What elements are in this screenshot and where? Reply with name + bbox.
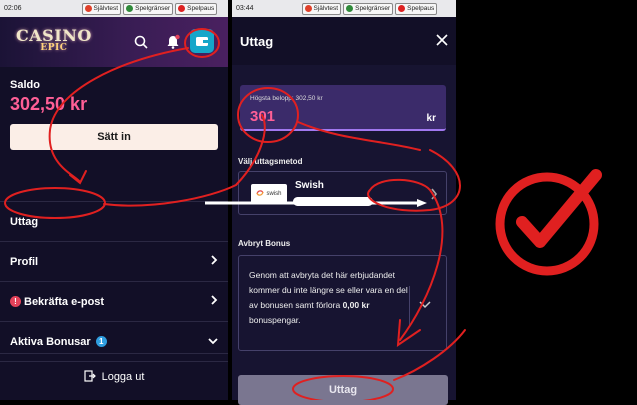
menu-item-withdraw[interactable]: Uttag (0, 202, 228, 242)
cancel-bonus-text: Genom att avbryta det här erbjudandet ko… (249, 270, 408, 325)
redacted-number (293, 197, 373, 206)
amount-input[interactable]: Högsta belopp: 302,50 kr 301 kr (240, 85, 446, 131)
limits-pill[interactable]: Spelgränser (123, 2, 174, 15)
swish-icon (256, 189, 265, 199)
annotation-area (456, 0, 637, 400)
clock: 03:44 (236, 5, 254, 12)
currency-label: kr (426, 113, 436, 124)
chevron-right-icon (430, 187, 438, 205)
withdraw-button[interactable]: Uttag (238, 375, 448, 405)
method-name: Swish (295, 180, 324, 191)
pause-icon (178, 5, 186, 12)
chevron-down-icon (208, 336, 218, 348)
clock: 02:06 (4, 5, 22, 12)
chevron-right-icon (210, 295, 218, 308)
payment-method-swish[interactable]: swish Swish (238, 171, 447, 215)
speedometer-icon (84, 5, 92, 12)
cancel-bonus-dropdown[interactable]: Genom att avbryta det här erbjudandet ko… (238, 255, 447, 351)
balance-label: Saldo (10, 79, 40, 91)
count-badge: 1 (95, 336, 107, 347)
close-icon[interactable] (436, 33, 448, 49)
balance-value: 302,50 kr (10, 94, 88, 114)
bonus-amount: 0,00 kr (342, 300, 370, 310)
chevron-right-icon (210, 255, 218, 268)
status-bar-right: 03:44 Självtest Spelgränser Spelpaus (232, 0, 456, 17)
account-menu-panel: CASINO EPIC Saldo 302,50 kr Sätt in Utta… (0, 17, 228, 400)
menu-item-verify-email[interactable]: ! Bekräfta e-post (0, 282, 228, 322)
max-amount-caption: Högsta belopp: 302,50 kr (250, 95, 323, 102)
page-title: Uttag (240, 33, 274, 49)
pause-pill[interactable]: Spelpaus (395, 2, 438, 15)
menu-item-profile[interactable]: Profil (0, 242, 228, 282)
withdraw-form: Högsta belopp: 302,50 kr 301 kr Välj utt… (232, 65, 456, 405)
withdraw-panel: Uttag Högsta belopp: 302,50 kr 301 kr Vä… (232, 17, 456, 405)
logout-icon (83, 369, 96, 385)
logout-label: Logga ut (101, 371, 145, 383)
pause-pill[interactable]: Spelpaus (175, 2, 218, 15)
gauge-icon (346, 5, 354, 12)
self-test-pill[interactable]: Självtest (301, 2, 342, 15)
cancel-bonus-label: Avbryt Bonus (238, 239, 291, 248)
withdraw-header: Uttag (232, 17, 456, 65)
search-icon[interactable] (130, 31, 152, 53)
menu-item-label: Bekräfta e-post (24, 295, 105, 308)
menu-item-label: Profil (10, 255, 39, 268)
limits-pill[interactable]: Spelgränser (343, 2, 394, 15)
balance-section: Saldo 302,50 kr Sätt in (0, 67, 228, 202)
menu-item-label: Uttag (10, 215, 39, 228)
pause-icon (398, 5, 406, 12)
gauge-icon (126, 5, 134, 12)
self-test-pill[interactable]: Självtest (81, 2, 122, 15)
logout-button[interactable]: Logga ut (0, 353, 228, 400)
menu-item-label: Aktiva Bonusar (10, 335, 91, 348)
method-section-label: Välj uttagsmetod (238, 157, 303, 166)
wallet-icon[interactable] (190, 29, 214, 53)
speedometer-icon (304, 5, 312, 12)
divider (409, 286, 410, 326)
deposit-button[interactable]: Sätt in (10, 124, 218, 150)
status-bar-left: 02:06 Självtest Spelgränser Spelpaus (0, 0, 228, 17)
casino-epic-logo[interactable]: CASINO EPIC (16, 28, 92, 55)
bell-icon[interactable] (162, 31, 184, 53)
alert-badge: ! (10, 296, 21, 307)
app-header: CASINO EPIC (0, 17, 228, 67)
chevron-down-icon[interactable] (419, 296, 431, 314)
swish-logo: swish (251, 184, 287, 204)
amount-value: 301 (250, 108, 276, 125)
